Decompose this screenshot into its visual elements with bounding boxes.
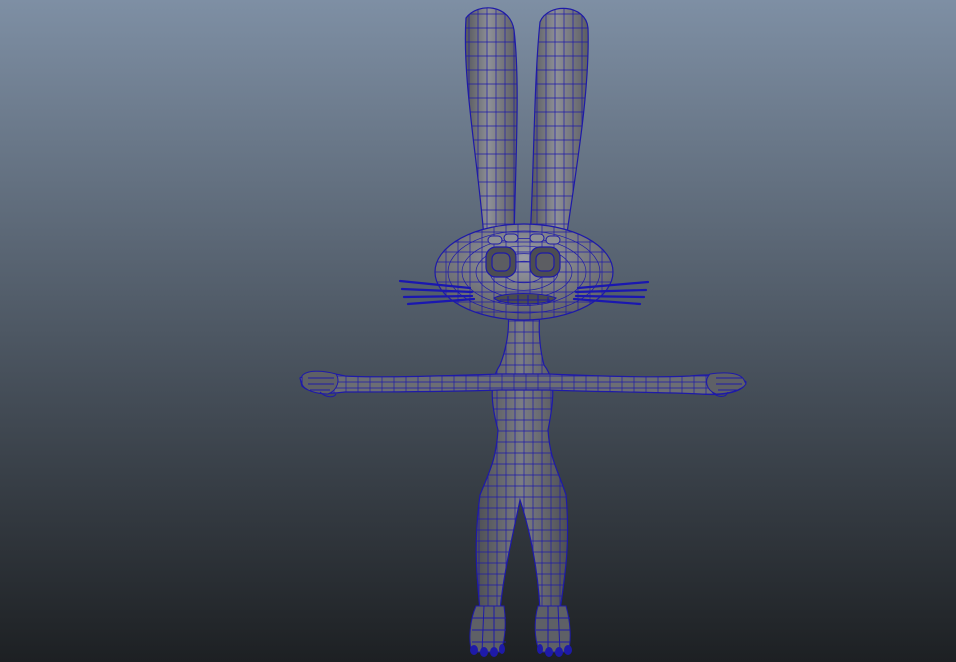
viewport-canvas[interactable] — [0, 0, 956, 662]
3d-viewport[interactable] — [0, 0, 956, 662]
